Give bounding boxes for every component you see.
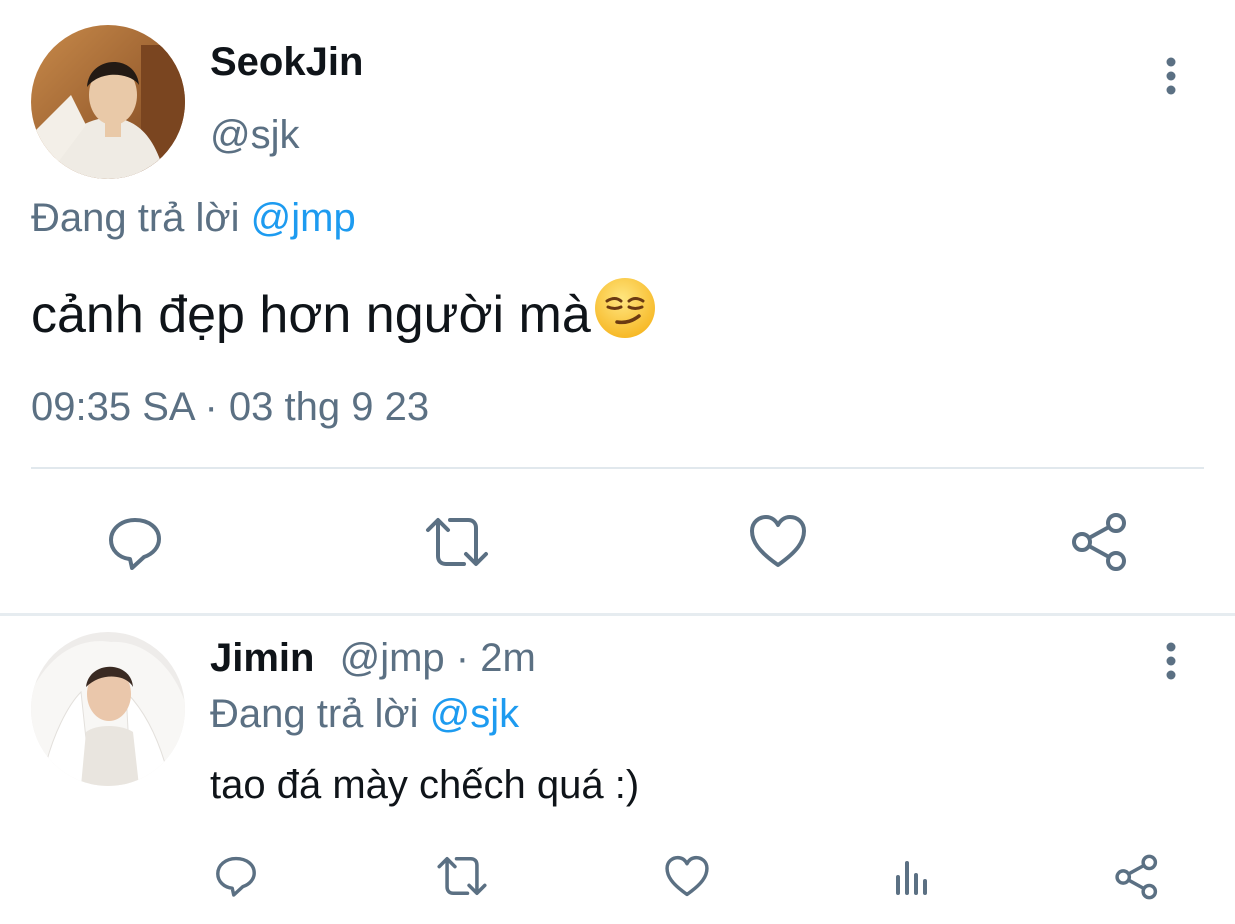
- more-options-icon[interactable]: [1158, 640, 1184, 684]
- reply-icon[interactable]: [104, 512, 166, 574]
- meta-separator: ·: [455, 636, 470, 680]
- avatar-jimin[interactable]: [31, 632, 185, 786]
- divider: [31, 467, 1204, 469]
- replying-to-mention[interactable]: @sjk: [430, 692, 520, 736]
- reply-icon[interactable]: [213, 853, 259, 899]
- reply-age[interactable]: 2m: [480, 636, 536, 680]
- author-handle[interactable]: @sjk: [210, 113, 300, 158]
- replying-to-line: Đang trả lời @jmp: [31, 196, 356, 241]
- tweet-timestamp[interactable]: 09:35 SA · 03 thg 9 23: [31, 385, 429, 430]
- smirking-face-emoji-icon: [593, 276, 657, 353]
- reply-replying-to-line: Đang trả lời @sjk: [210, 692, 519, 737]
- like-icon[interactable]: [663, 853, 711, 899]
- replying-prefix: Đang trả lời: [31, 196, 240, 240]
- reply-author-handle[interactable]: @jmp: [340, 636, 445, 680]
- like-icon[interactable]: [748, 512, 808, 570]
- retweet-icon[interactable]: [435, 853, 489, 899]
- replying-prefix: Đang trả lời: [210, 692, 419, 736]
- analytics-icon[interactable]: [890, 853, 934, 899]
- replying-to-mention[interactable]: @jmp: [251, 196, 356, 240]
- author-display-name[interactable]: SeokJin: [210, 40, 363, 85]
- more-options-icon[interactable]: [1158, 55, 1184, 99]
- share-icon[interactable]: [1113, 853, 1161, 901]
- share-icon[interactable]: [1070, 512, 1130, 572]
- retweet-icon[interactable]: [424, 512, 490, 572]
- tweet-separator: [0, 613, 1235, 616]
- tweet-text-content: cảnh đẹp hơn người mà: [31, 285, 591, 344]
- avatar-seokjin[interactable]: [31, 25, 185, 179]
- reply-tweet-text: tao đá mày chếch quá :): [210, 763, 640, 807]
- tweet-text: cảnh đẹp hơn người mà: [31, 276, 657, 353]
- reply-header: Jimin @jmp · 2m: [210, 636, 536, 681]
- reply-author-display-name[interactable]: Jimin: [210, 636, 314, 680]
